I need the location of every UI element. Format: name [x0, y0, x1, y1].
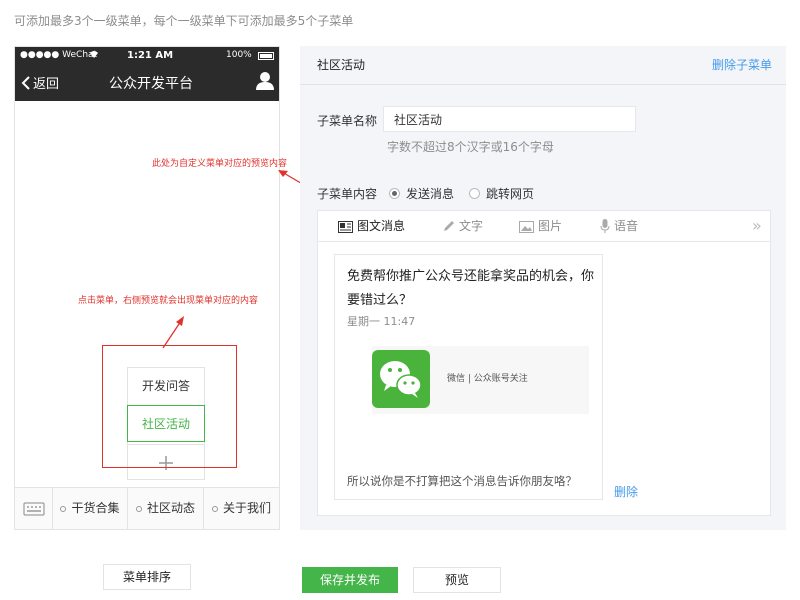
annotation-box-submenu	[102, 345, 237, 468]
tab-news[interactable]: 图文消息	[338, 211, 405, 242]
battery-icon	[258, 52, 274, 60]
divider	[300, 84, 786, 85]
radio-send-message[interactable]: 发送消息	[389, 185, 454, 202]
message-content-box: 图文消息 文字 图片 语音 » 免费帮你推广公众号还能拿奖品的机会，你要错过么？…	[317, 210, 771, 516]
menu-item-community[interactable]: 社区动态	[128, 488, 204, 529]
status-time: 1:21 AM	[127, 50, 174, 61]
menu-item-label: 干货合集	[71, 501, 120, 515]
menu-item-label: 关于我们	[222, 501, 271, 515]
radio-unchecked-icon	[469, 188, 480, 199]
radio-jump-webpage[interactable]: 跳转网页	[469, 185, 534, 202]
keyboard-icon	[23, 502, 45, 516]
tab-label: 图片	[538, 219, 563, 233]
status-bar: ●●●●● WeChat 1:21 AM 100%	[15, 47, 279, 65]
submenu-name-label: 子菜单名称	[317, 114, 378, 128]
menu-sort-button[interactable]: 菜单排序	[103, 564, 191, 590]
status-carrier: ●●●●● WeChat	[20, 50, 98, 60]
message-type-tabs: 图文消息 文字 图片 语音 »	[318, 211, 770, 242]
delete-news-link[interactable]: 删除	[614, 483, 638, 500]
radio-label: 发送消息	[406, 187, 455, 201]
microphone-icon	[600, 219, 610, 233]
tab-label: 文字	[459, 219, 484, 233]
phone-title: 公众开发平台	[109, 76, 193, 92]
preview-button[interactable]: 预览	[413, 567, 501, 593]
wifi-icon	[89, 50, 99, 62]
menu-dot-icon	[135, 505, 142, 512]
keyboard-toggle[interactable]	[15, 488, 53, 529]
radio-label: 跳转网页	[486, 187, 535, 201]
news-date: 星期一 11:47	[347, 315, 416, 328]
submenu-editor-panel: 社区活动 删除子菜单 子菜单名称 字数不超过8个汉字或16个字母 子菜单内容 发…	[300, 46, 786, 530]
more-tabs-button[interactable]: »	[752, 211, 762, 242]
save-publish-button[interactable]: 保存并发布	[302, 567, 398, 593]
back-button[interactable]: 返回	[21, 73, 59, 92]
menu-item-about[interactable]: 关于我们	[204, 488, 279, 529]
menu-dot-icon	[60, 505, 67, 512]
menu-limit-hint: 可添加最多3个一级菜单，每个一级菜单下可添加最多5个子菜单	[14, 14, 354, 28]
submenu-name-input[interactable]	[383, 106, 636, 132]
editor-title: 社区活动	[317, 58, 366, 72]
back-label: 返回	[33, 77, 60, 92]
thumbnail-caption: 微信 | 公众账号关注	[447, 374, 528, 384]
tab-label: 语音	[614, 219, 639, 233]
menu-item-dry-goods[interactable]: 干货合集	[53, 488, 128, 529]
phone-menu-bar: 干货合集 社区动态 关于我们	[15, 487, 279, 529]
delete-submenu-link[interactable]: 删除子菜单	[712, 56, 772, 73]
annotation-preview-note: 此处为自定义菜单对应的预览内容	[152, 159, 288, 169]
wechat-logo-icon	[372, 350, 430, 408]
phone-header: ●●●●● WeChat 1:21 AM 100% 返回 公众开发平台	[15, 47, 279, 101]
menu-item-label: 社区动态	[146, 501, 195, 515]
arrow-annotation-icon	[162, 316, 184, 349]
tab-label: 图文消息	[357, 219, 406, 233]
news-description: 所以说你是不打算把这个消息告诉你朋友咯？	[347, 474, 577, 488]
tab-image[interactable]: 图片	[519, 211, 562, 242]
news-preview-card: 免费帮你推广公众号还能拿奖品的机会，你要错过么？ 星期一 11:47 微信 | …	[334, 254, 603, 500]
pencil-icon	[444, 221, 454, 231]
menu-dot-icon	[211, 505, 218, 512]
user-icon[interactable]	[256, 71, 274, 91]
news-icon	[338, 220, 353, 233]
status-battery: 100%	[226, 50, 252, 60]
tab-voice[interactable]: 语音	[600, 211, 638, 242]
chevron-left-icon	[21, 76, 30, 90]
submenu-name-tip: 字数不超过8个汉字或16个字母	[387, 140, 554, 154]
news-thumbnail: 微信 | 公众账号关注	[372, 346, 589, 414]
news-title: 免费帮你推广公众号还能拿奖品的机会，你要错过么？	[347, 269, 595, 308]
tab-text[interactable]: 文字	[442, 211, 483, 242]
image-icon	[519, 220, 534, 233]
submenu-content-label: 子菜单内容	[317, 187, 378, 201]
radio-checked-icon	[389, 188, 400, 199]
annotation-click-note: 点击菜单，右侧预览就会出现菜单对应的内容	[78, 296, 259, 306]
